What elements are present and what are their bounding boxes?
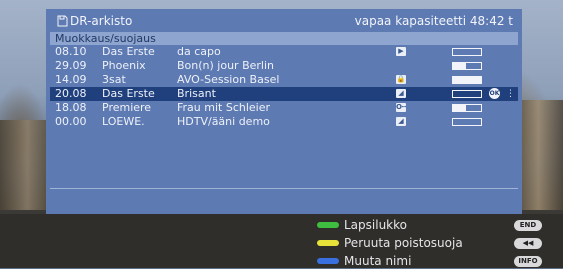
background-tree-right bbox=[522, 100, 563, 210]
playback-progress-bar bbox=[452, 104, 482, 112]
legend-footer: Lapsilukko END Peruuta poistosuoja ◀◀ Muuta … bbox=[0, 214, 563, 268]
recording-title: Brisant bbox=[177, 87, 216, 100]
recording-row[interactable]: 29.09 Phoenix Bon(n) jour Berlin bbox=[50, 59, 518, 73]
color-key-icon bbox=[317, 258, 339, 264]
recording-row[interactable]: 08.10 Das Erste da capo ▶ bbox=[50, 45, 518, 59]
legend-label: Muuta nimi bbox=[344, 254, 412, 268]
color-key-icon bbox=[317, 222, 339, 228]
playback-progress-fill bbox=[453, 63, 466, 69]
playback-progress-bar bbox=[452, 76, 482, 84]
info-area bbox=[50, 189, 518, 211]
recording-channel: Phoenix bbox=[102, 59, 146, 72]
recording-channel: LOEWE. bbox=[102, 115, 145, 128]
recording-row[interactable]: 20.08 Das Erste Brisant ◢ OK ⋮ bbox=[50, 87, 518, 101]
background-tree-left bbox=[0, 120, 46, 210]
lock-icon: 🔒 bbox=[396, 75, 406, 84]
playback-progress-bar bbox=[452, 118, 482, 126]
recording-date: 20.08 bbox=[55, 87, 87, 100]
recording-row[interactable]: 18.08 Premiere Frau mit Schleier O┅ bbox=[50, 101, 518, 115]
key-icon: O┅ bbox=[396, 103, 407, 112]
recording-date: 00.00 bbox=[55, 115, 87, 128]
panel-header: DR-arkisto vapaa kapasiteetti 48:42 t bbox=[46, 11, 522, 33]
legend-item[interactable]: Lapsilukko bbox=[317, 217, 407, 233]
capacity-label: vapaa kapasiteetti 48:42 t bbox=[354, 14, 513, 28]
playback-progress-bar bbox=[452, 90, 482, 98]
recording-channel: Das Erste bbox=[102, 45, 155, 58]
up-down-icon: ⋮ bbox=[506, 89, 515, 99]
recording-channel: Premiere bbox=[102, 101, 152, 114]
recording-date: 08.10 bbox=[55, 45, 87, 58]
color-key-icon bbox=[317, 240, 339, 246]
playback-progress-bar bbox=[452, 62, 482, 70]
legend-label: Peruuta poistosuoja bbox=[344, 236, 463, 250]
recording-row[interactable]: 00.00 LOEWE. HDTV/ääni demo ◢ bbox=[50, 115, 518, 129]
legend-item[interactable]: Muuta nimi bbox=[317, 253, 411, 269]
erase-icon: ◢ bbox=[396, 89, 406, 98]
recording-title: Frau mit Schleier bbox=[177, 101, 271, 114]
panel-title-label: DR-arkisto bbox=[70, 14, 133, 28]
remote-key-icon: ◀◀ bbox=[514, 238, 542, 249]
panel-title: DR-arkisto bbox=[56, 14, 132, 28]
recording-row[interactable]: 14.09 3sat AVO-Session Basel 🔒 bbox=[50, 73, 518, 87]
recording-date: 18.08 bbox=[55, 101, 87, 114]
recording-list: 08.10 Das Erste da capo ▶ 29.09 Phoenix Bon(n)… bbox=[50, 45, 518, 129]
recording-date: 14.09 bbox=[55, 73, 87, 86]
remote-key-icon: END bbox=[514, 220, 542, 231]
erase-icon: ◢ bbox=[396, 117, 406, 126]
play-icon: ▶ bbox=[396, 47, 406, 56]
recording-title: Bon(n) jour Berlin bbox=[177, 59, 274, 72]
mode-bar: Muokkaus/suojaus bbox=[50, 32, 518, 45]
recording-channel: Das Erste bbox=[102, 87, 155, 100]
playback-progress-fill bbox=[453, 105, 466, 111]
recording-title: da capo bbox=[177, 45, 221, 58]
recording-title: HDTV/ääni demo bbox=[177, 115, 270, 128]
legend-label: Lapsilukko bbox=[344, 218, 407, 232]
recording-title: AVO-Session Basel bbox=[177, 73, 280, 86]
remote-key-icon: INFO bbox=[514, 256, 542, 267]
archive-icon bbox=[57, 15, 68, 27]
recording-date: 29.09 bbox=[55, 59, 87, 72]
legend-item[interactable]: Peruuta poistosuoja bbox=[317, 235, 463, 251]
playback-progress-bar bbox=[452, 48, 482, 56]
ok-button-icon[interactable]: OK bbox=[489, 88, 500, 99]
recording-channel: 3sat bbox=[102, 73, 126, 86]
playback-progress-fill bbox=[453, 77, 481, 83]
archive-panel: DR-arkisto vapaa kapasiteetti 48:42 t Mu… bbox=[46, 9, 522, 214]
